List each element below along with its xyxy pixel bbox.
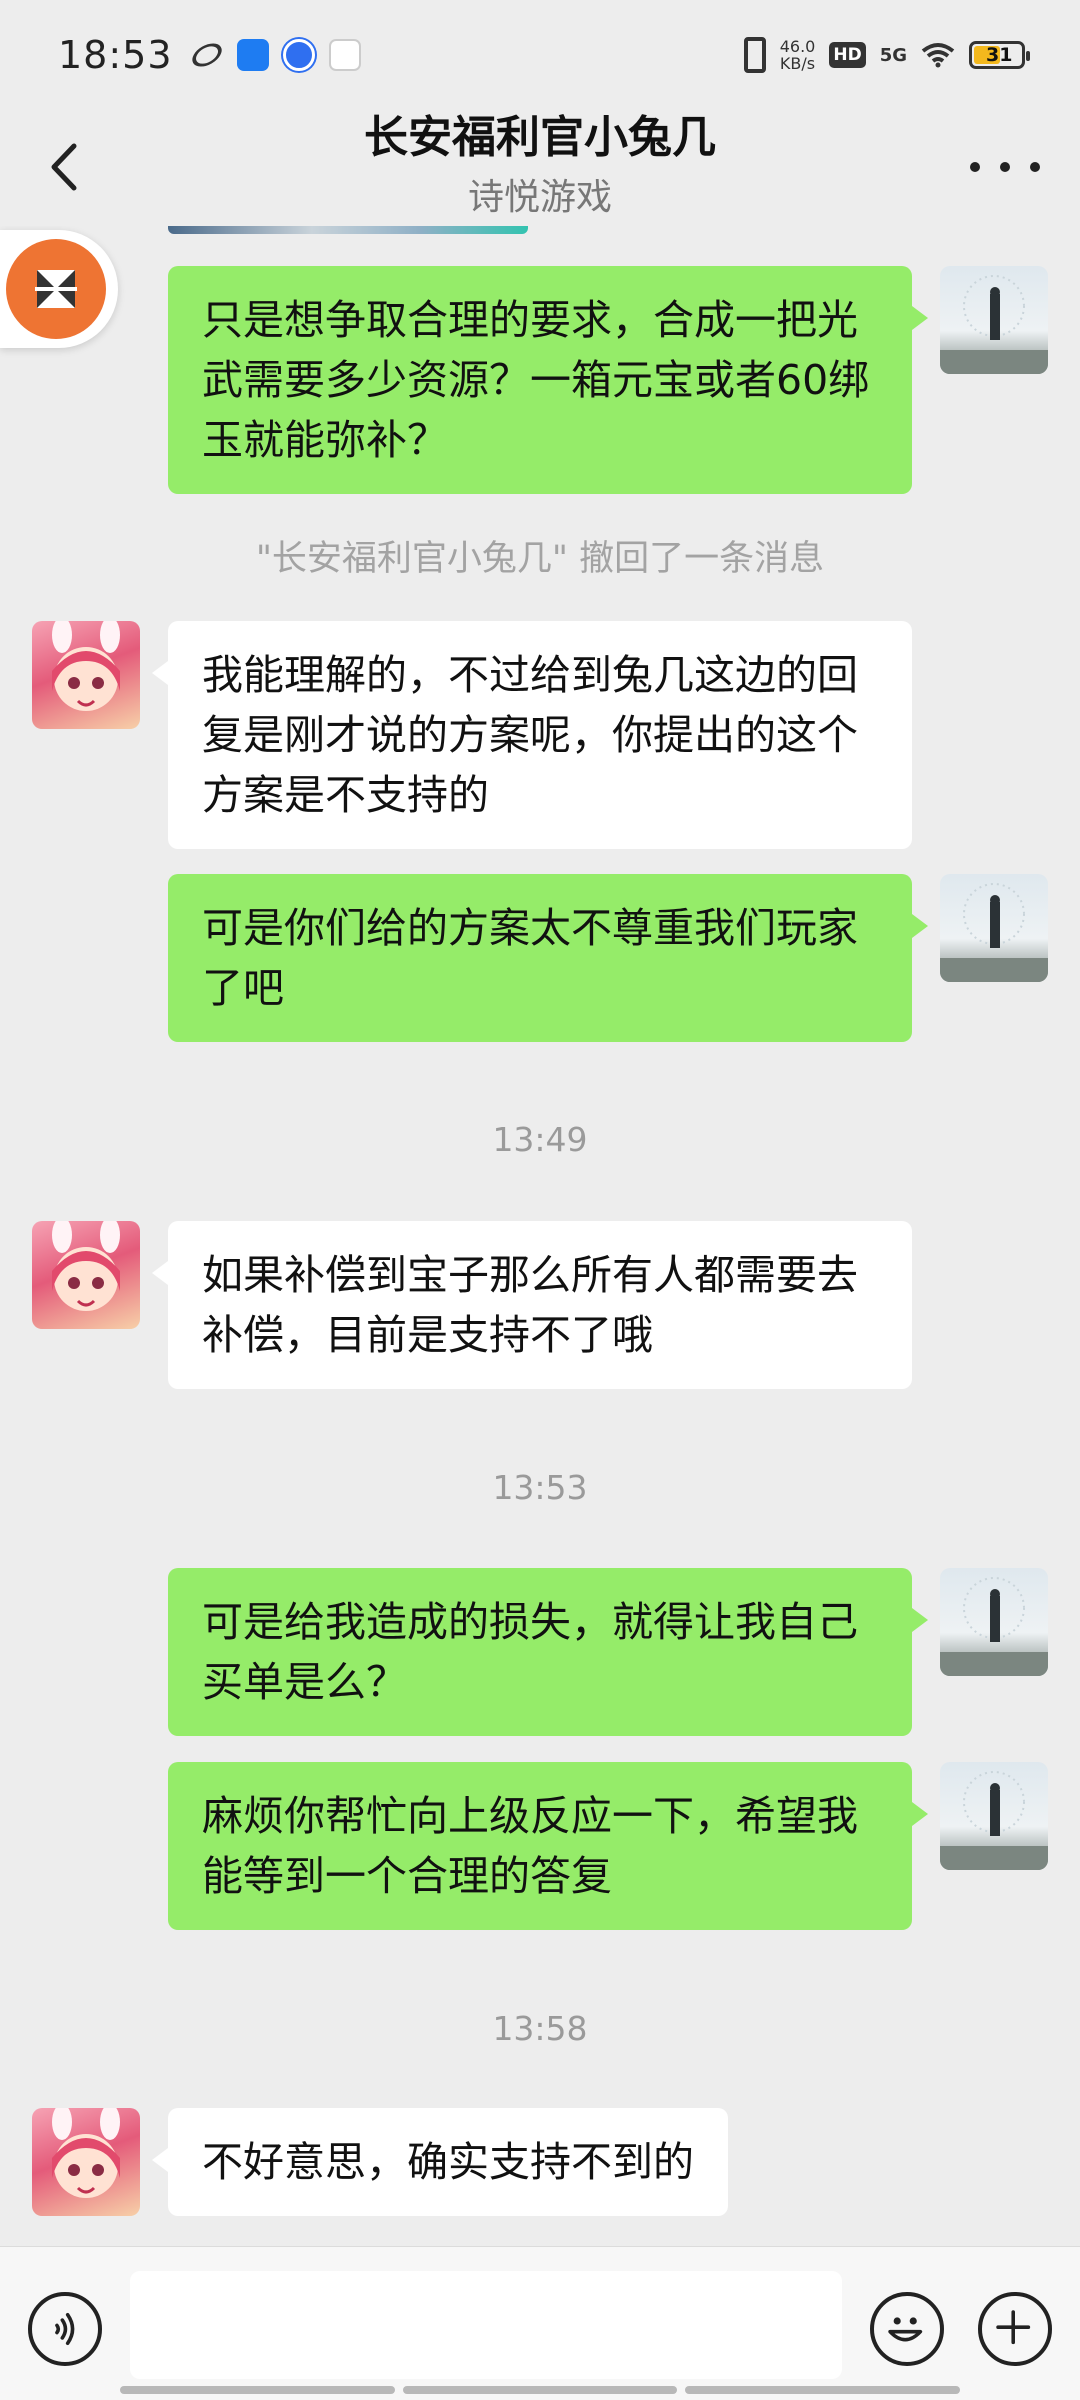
system-status-icons: 46.0 KB/s HD 5G 31	[743, 37, 1030, 73]
message-bubble-sent[interactable]: 可是你们给的方案太不尊重我们玩家了吧	[168, 874, 928, 1042]
my-avatar[interactable]	[940, 1568, 1048, 1676]
message-timestamp: 13:58	[492, 2009, 588, 2048]
message-bubble-sent[interactable]: 麻烦你帮忙向上级反应一下，希望我能等到一个合理的答复	[168, 1762, 928, 1930]
gesture-bar	[120, 2386, 961, 2394]
contact-avatar[interactable]	[32, 621, 140, 729]
chat-title: 长安福利官小兔几	[364, 112, 716, 163]
message-text-input[interactable]	[130, 2271, 842, 2379]
battery-level: 31	[986, 44, 1013, 66]
emoji-icon[interactable]	[870, 2292, 944, 2366]
message-bubble-sent[interactable]: 只是想争取合理的要求，合成一把光武需要多少资源？一箱元宝或者60绑玉就能弥补？	[168, 266, 928, 494]
more-dot	[970, 162, 980, 172]
contact-avatar[interactable]	[32, 1221, 140, 1329]
more-options-button[interactable]	[970, 152, 1040, 182]
plus-icon[interactable]	[978, 2292, 1052, 2366]
message-timestamp: 13:53	[492, 1468, 588, 1507]
battery-icon: 31	[969, 41, 1030, 69]
vibrate-icon	[743, 37, 766, 73]
message-bubble-sent[interactable]: 可是给我造成的损失，就得让我自己买单是么？	[168, 1568, 928, 1736]
wifi-icon	[921, 43, 955, 68]
app-notification-icon	[328, 39, 361, 71]
more-dot	[1000, 162, 1010, 172]
message-bubble-received[interactable]: 不好意思，确实支持不到的	[152, 2108, 728, 2216]
message-bubble-received[interactable]: 如果补偿到宝子那么所有人都需要去补偿，目前是支持不了哦	[152, 1221, 912, 1389]
chat-subtitle: 诗悦游戏	[467, 177, 612, 218]
my-avatar[interactable]	[940, 1762, 1048, 1870]
cellular-signal-icon: 5G	[879, 44, 907, 66]
voice-icon[interactable]	[28, 2292, 102, 2366]
status-bar: 18:53 46.0 KB/s HD 5G 31	[0, 0, 1080, 110]
contact-avatar[interactable]	[32, 2108, 140, 2216]
network-speed: 46.0 KB/s	[779, 37, 816, 73]
floating-logo-icon	[6, 239, 106, 339]
hd-badge: HD	[829, 42, 866, 68]
notification-icons	[187, 38, 361, 72]
recall-notice: "长安福利官小兔几" 撤回了一条消息	[255, 539, 825, 579]
more-dot	[1030, 162, 1040, 172]
app-notification-icon	[236, 39, 269, 71]
app-notification-icon	[187, 38, 226, 72]
message-input-bar	[0, 2246, 1080, 2400]
chat-message-list[interactable]: 只是想争取合理的要求，合成一把光武需要多少资源？一箱元宝或者60绑玉就能弥补？ …	[0, 226, 1080, 2246]
app-notification-icon	[282, 39, 315, 71]
my-avatar[interactable]	[940, 266, 1048, 374]
chat-header: 长安福利官小兔几 诗悦游戏	[0, 110, 1080, 226]
floating-app-button[interactable]	[0, 230, 118, 348]
status-time: 18:53	[58, 33, 173, 77]
previous-image-message[interactable]	[168, 226, 528, 234]
message-bubble-received[interactable]: 我能理解的，不过给到兔几这边的回复是刚才说的方案呢，你提出的这个方案是不支持的	[152, 621, 912, 849]
message-timestamp: 13:49	[492, 1120, 588, 1159]
my-avatar[interactable]	[940, 874, 1048, 982]
